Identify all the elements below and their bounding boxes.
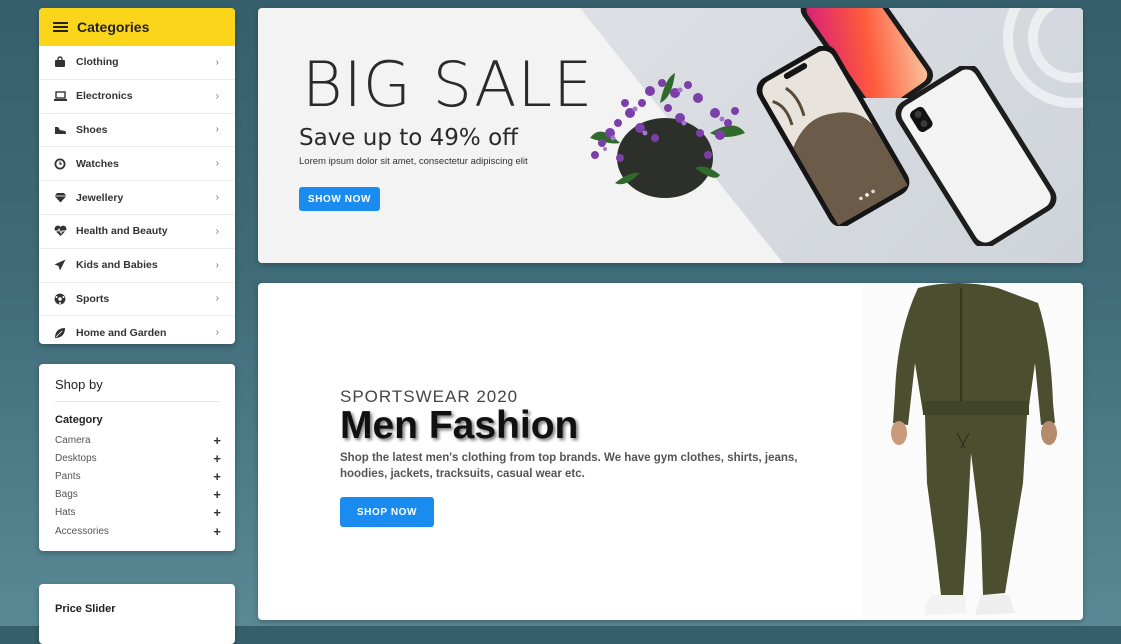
expand-plus-icon[interactable]: + [213, 451, 221, 466]
price-slider-title: Price Slider [55, 603, 116, 615]
banner-title: BIG SALE [302, 48, 594, 121]
chevron-right-icon: › [215, 293, 219, 305]
filter-label: Bags [55, 489, 78, 501]
ball-icon [53, 292, 67, 306]
shop-now-button[interactable]: SHOP NOW [340, 497, 434, 527]
big-sale-banner: BIG SALE Save up to 49% off Lorem ipsum … [258, 8, 1083, 263]
watch-icon [53, 157, 67, 171]
category-item-watches[interactable]: Watches › [39, 147, 235, 182]
expand-plus-icon[interactable]: + [213, 487, 221, 502]
category-label: Health and Beauty [76, 225, 168, 238]
category-item-electronics[interactable]: Electronics › [39, 80, 235, 114]
laptop-icon [53, 89, 67, 103]
shop-by-category-list: Camera + Desktops + Pants + Bags + Hats + Acc… [55, 431, 221, 540]
shop-by-category-title: Category [55, 414, 103, 426]
expand-plus-icon[interactable]: + [213, 469, 221, 484]
category-item-sports[interactable]: Sports › [39, 283, 235, 317]
chevron-right-icon: › [215, 192, 219, 204]
smartphone-image [895, 66, 1057, 246]
category-label: Electronics [76, 90, 133, 103]
leaf-icon [53, 326, 67, 340]
expand-plus-icon[interactable]: + [213, 524, 221, 539]
filter-label: Desktops [55, 452, 97, 464]
filter-item-camera[interactable]: Camera + [55, 431, 221, 449]
chevron-right-icon: › [215, 225, 219, 237]
filter-label: Accessories [55, 525, 109, 537]
banner-subtitle: Save up to 49% off [299, 125, 519, 151]
filter-item-bags[interactable]: Bags + [55, 486, 221, 504]
chevron-right-icon: › [215, 259, 219, 271]
gem-icon [53, 191, 67, 205]
filter-label: Camera [55, 434, 91, 446]
category-label: Clothing [76, 56, 119, 69]
show-now-button[interactable]: SHOW NOW [299, 187, 380, 211]
shop-by-title: Shop by [55, 377, 103, 392]
category-item-home-and-garden[interactable]: Home and Garden › [39, 316, 235, 344]
category-item-kids-and-babies[interactable]: Kids and Babies › [39, 249, 235, 283]
category-label: Home and Garden [76, 326, 167, 339]
flower-plant-image [590, 73, 745, 198]
chevron-right-icon: › [215, 56, 219, 68]
categories-panel: Categories Clothing › Electronics › Shoe… [39, 8, 235, 344]
men-fashion-banner: SPORTSWEAR 2020 Men Fashion Shop the lat… [258, 283, 1083, 620]
category-label: Jewellery [76, 191, 124, 204]
price-slider-panel: Price Slider [39, 584, 235, 644]
banner-description: Shop the latest men's clothing from top … [340, 452, 798, 480]
bag-icon [53, 55, 67, 69]
filter-item-pants[interactable]: Pants + [55, 467, 221, 485]
categories-title: Categories [77, 19, 150, 35]
expand-plus-icon[interactable]: + [213, 433, 221, 448]
tracksuit-model-image [863, 283, 1083, 620]
filter-item-desktops[interactable]: Desktops + [55, 449, 221, 467]
category-item-clothing[interactable]: Clothing › [39, 46, 235, 80]
category-item-shoes[interactable]: Shoes › [39, 114, 235, 148]
category-label: Watches [76, 157, 119, 170]
filter-label: Pants [55, 470, 81, 482]
categories-header[interactable]: Categories [39, 8, 235, 46]
divider [55, 401, 219, 402]
heart-pulse-icon [53, 224, 67, 238]
filter-item-hats[interactable]: Hats + [55, 504, 221, 522]
hamburger-menu-icon [53, 22, 68, 32]
filter-item-accessories[interactable]: Accessories + [55, 522, 221, 540]
banner-title: Men Fashion [340, 404, 579, 447]
category-label: Kids and Babies [76, 259, 158, 272]
chevron-right-icon: › [215, 158, 219, 170]
shop-by-panel: Shop by Category Camera + Desktops + Pants… [39, 364, 235, 551]
chevron-right-icon: › [215, 124, 219, 136]
chevron-right-icon: › [215, 327, 219, 339]
chevron-right-icon: › [215, 90, 219, 102]
category-label: Sports [76, 292, 110, 305]
expand-plus-icon[interactable]: + [213, 505, 221, 520]
category-item-jewellery[interactable]: Jewellery › [39, 181, 235, 215]
filter-label: Hats [55, 507, 76, 519]
banner-text: Lorem ipsum dolor sit amet, consectetur … [299, 156, 528, 167]
category-label: Shoes [76, 123, 108, 136]
shoe-icon [53, 123, 67, 137]
paper-plane-icon [53, 258, 67, 272]
category-item-health-and-beauty[interactable]: Health and Beauty › [39, 215, 235, 249]
